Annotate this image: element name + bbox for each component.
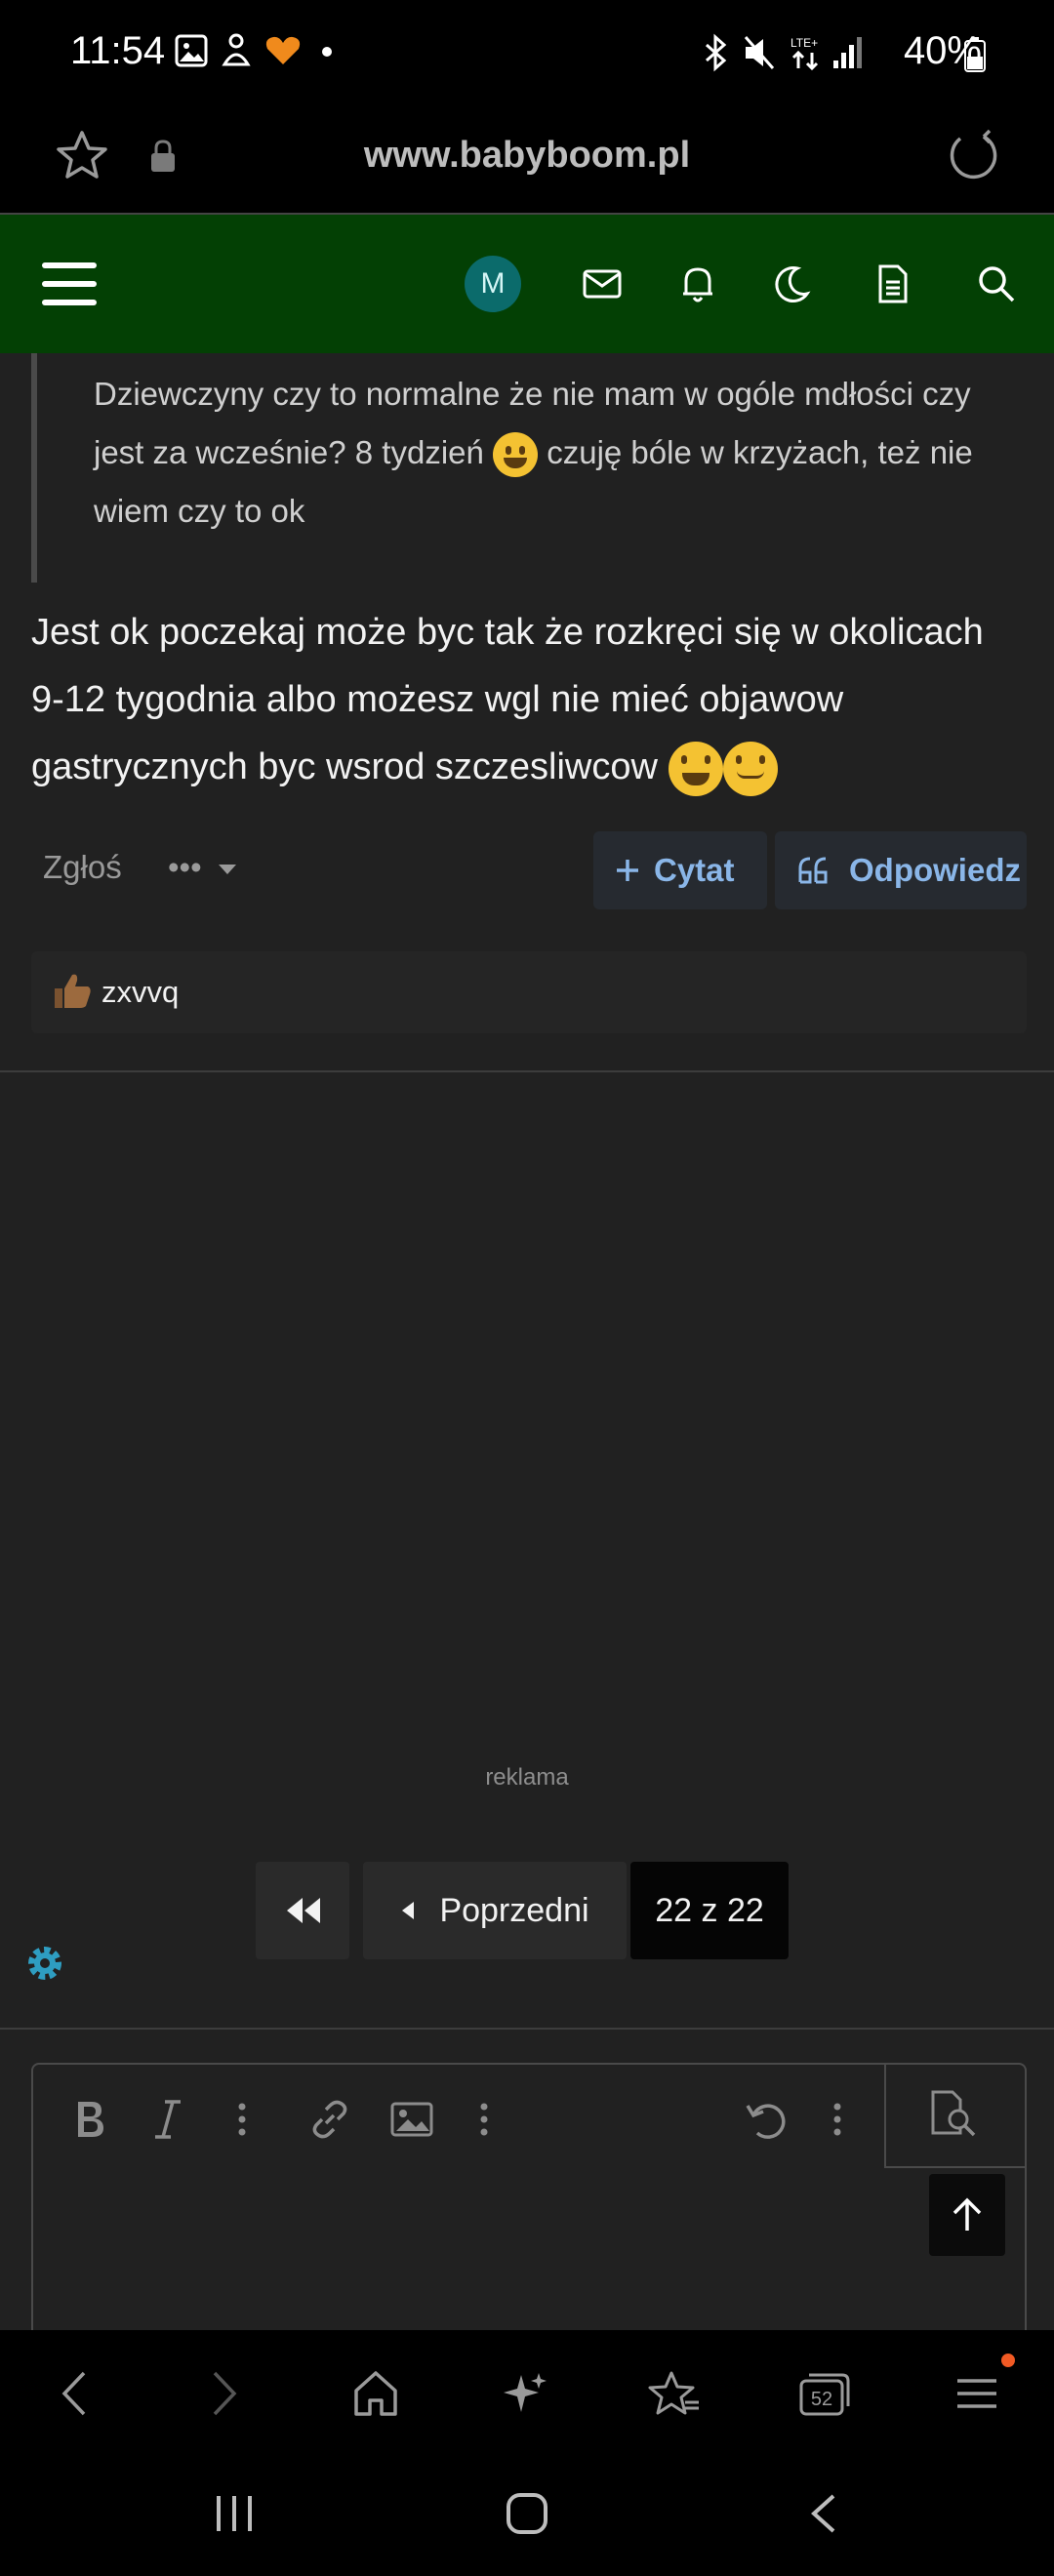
mail-icon[interactable]: [568, 250, 636, 318]
page-indicator[interactable]: 22 z 22: [630, 1862, 789, 1959]
recent-apps-icon[interactable]: [213, 2492, 256, 2540]
mute-icon: [742, 33, 777, 77]
home-icon[interactable]: [342, 2359, 410, 2428]
bold-icon[interactable]: [59, 2088, 121, 2151]
post-body: Jest ok poczekaj może byc tak że rozkręc…: [31, 599, 1027, 801]
smiling-face-emoji-icon: [722, 741, 778, 796]
quote-marks-icon: [798, 857, 828, 884]
divider: [0, 1070, 1054, 1072]
quote-button-label: Cytat: [654, 852, 735, 888]
more-dots: •••: [168, 849, 202, 885]
tabs-count: 52: [811, 2389, 832, 2410]
first-page-button[interactable]: [256, 1862, 349, 1959]
document-icon[interactable]: [859, 250, 927, 318]
italic-icon[interactable]: [137, 2088, 199, 2151]
home-button-icon[interactable]: [506, 2492, 548, 2540]
post-text: Jest ok poczekaj może byc tak że rozkręc…: [31, 612, 984, 787]
system-back-icon[interactable]: [806, 2492, 839, 2540]
reply-button-label: Odpowiedz: [849, 852, 1021, 888]
divider: [0, 2028, 1054, 2030]
bookmarks-icon[interactable]: [640, 2359, 709, 2428]
double-chevron-left-icon: [287, 1898, 320, 1923]
battery-icon: [964, 37, 986, 77]
undo-icon[interactable]: [734, 2088, 796, 2151]
preview-document-icon: [931, 2090, 976, 2137]
scroll-to-top-button[interactable]: [929, 2174, 1005, 2256]
url-text[interactable]: www.babyboom.pl: [0, 135, 1054, 177]
reload-icon[interactable]: [945, 129, 999, 188]
reaction-user[interactable]: zxvvq: [101, 975, 179, 1010]
tabs-icon[interactable]: 52: [790, 2359, 859, 2428]
browser-toolbar: 52: [0, 2330, 1054, 2455]
plus-icon: [617, 860, 638, 881]
browser-url-bar: www.babyboom.pl: [0, 107, 1054, 215]
avatar-letter: M: [465, 256, 521, 312]
hamburger-menu-icon[interactable]: [35, 250, 103, 318]
preview-button[interactable]: [884, 2063, 1025, 2168]
grinning-emoji-icon: [493, 432, 539, 478]
site-navbar: M: [0, 215, 1054, 353]
forward-arrow-icon[interactable]: [191, 2359, 260, 2428]
bell-icon[interactable]: [664, 250, 732, 318]
status-bar: 11:54 LTE+ 40%: [0, 0, 1054, 107]
system-navigation-bar: [0, 2455, 1054, 2576]
back-arrow-icon[interactable]: [39, 2359, 107, 2428]
chevron-left-icon: [402, 1902, 415, 1919]
dark-mode-moon-icon[interactable]: [757, 250, 826, 318]
more-insert-icon[interactable]: [453, 2088, 515, 2151]
status-time: 11:54: [70, 29, 166, 72]
heart-notification-icon: [264, 33, 303, 73]
signal-icon: [831, 33, 865, 75]
previous-label: Poprzedni: [439, 1891, 589, 1929]
more-editor-options-icon[interactable]: [806, 2088, 869, 2151]
more-notifications-dot: [322, 47, 332, 57]
gallery-icon: [174, 33, 209, 73]
svg-text:LTE+: LTE+: [790, 36, 818, 50]
arrow-up-icon: [953, 2197, 982, 2231]
app-notification-icon: [219, 31, 254, 75]
reaction-bar[interactable]: zxvvq: [31, 951, 1027, 1033]
previous-page-button[interactable]: Poprzedni: [363, 1862, 627, 1959]
quote-text: Dziewczyny czy to normalne że nie mam w …: [94, 365, 1011, 541]
link-icon[interactable]: [299, 2088, 361, 2151]
post-actions: Zgłoś ••• Cytat Odpowiedz: [31, 827, 1027, 915]
ad-label: reklama: [485, 1764, 569, 1791]
caret-down-icon: [218, 865, 236, 875]
ai-sparkle-icon[interactable]: [492, 2359, 560, 2428]
reply-button[interactable]: Odpowiedz: [775, 831, 1027, 909]
report-link[interactable]: Zgłoś: [43, 849, 122, 886]
lte-icon: LTE+: [787, 33, 826, 77]
thumbs-up-icon: [51, 969, 94, 1017]
image-icon[interactable]: [381, 2088, 443, 2151]
menu-icon[interactable]: [943, 2359, 1011, 2428]
quote-button[interactable]: Cytat: [593, 831, 767, 909]
menu-notification-dot: [1001, 2354, 1015, 2367]
user-avatar[interactable]: M: [459, 250, 527, 318]
settings-gear-icon[interactable]: [23, 1942, 62, 1981]
grinning-face-emoji-icon: [668, 741, 723, 796]
bluetooth-icon: [701, 33, 730, 77]
search-icon[interactable]: [962, 250, 1031, 318]
more-formatting-icon[interactable]: [211, 2088, 273, 2151]
more-options-button[interactable]: •••: [168, 849, 238, 886]
quoted-message: Dziewczyny czy to normalne że nie mam w …: [31, 353, 1013, 583]
